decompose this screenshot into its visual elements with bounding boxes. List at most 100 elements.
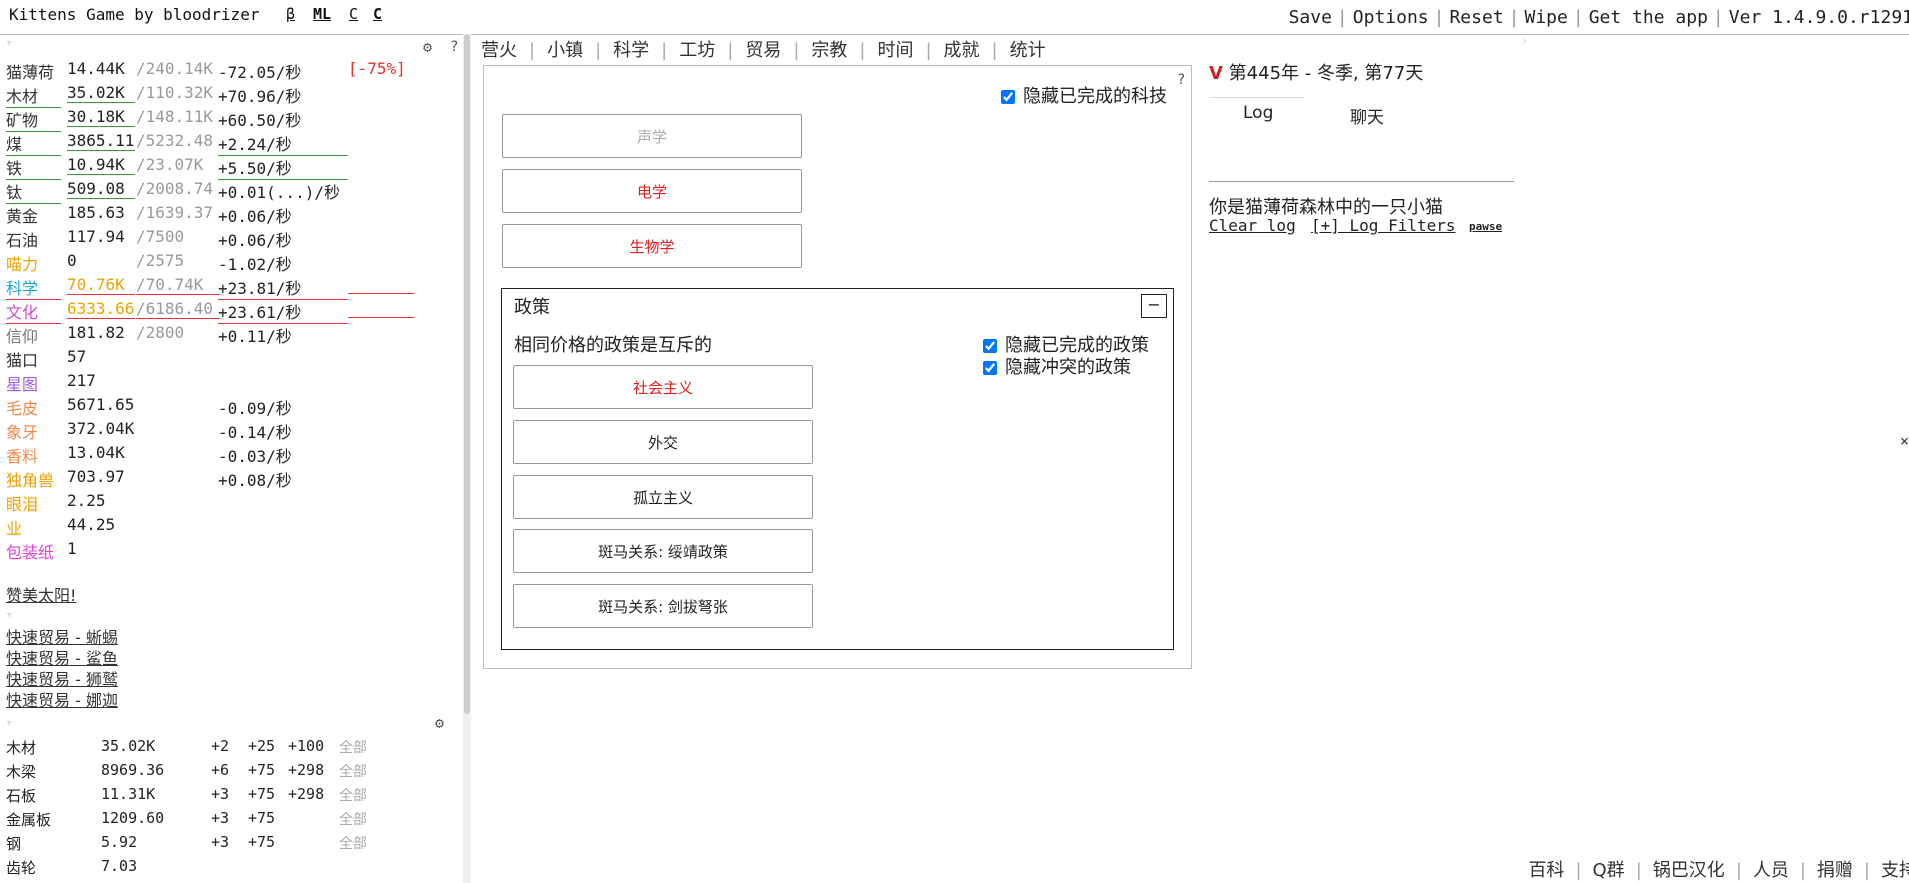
reset-button[interactable]: Reset	[1449, 7, 1503, 28]
footer-link-support[interactable]: 支持	[1881, 860, 1909, 881]
tech-button-biology[interactable]: 生物学	[502, 224, 802, 268]
expand-arrow-icon[interactable]: ›	[1520, 33, 1528, 49]
help-icon[interactable]: ?	[450, 39, 458, 55]
craft-add-button[interactable]: +3	[211, 833, 229, 851]
craft-gear-icon[interactable]: ⚙	[435, 714, 444, 732]
footer-link-donate[interactable]: 捐赠	[1817, 860, 1853, 881]
tab-8[interactable]: 统计	[1010, 36, 1046, 62]
close-icon[interactable]: ×	[1900, 432, 1909, 450]
resource-name: 眼泪	[6, 495, 39, 514]
log-panel: V 第445年 - 冬季, 第77天 Log 聊天 你是猫薄荷森林中的一只小猫 …	[1205, 55, 1525, 355]
tab-1[interactable]: 小镇	[547, 36, 583, 62]
craft-add-button[interactable]: +2	[211, 737, 229, 755]
resource-value: 3865.11	[67, 131, 135, 151]
craft-add-button[interactable]: +298	[288, 785, 324, 803]
resource-name: 文化	[6, 299, 61, 324]
scrollbar-thumb[interactable]	[464, 34, 470, 714]
craft-add-button[interactable]: +6	[211, 761, 229, 779]
resource-cap-warning	[348, 299, 414, 318]
get-app-link[interactable]: Get the app	[1589, 7, 1708, 28]
resource-rate: +0.08/秒	[218, 471, 292, 490]
craft-add-button[interactable]: +25	[248, 737, 275, 755]
resource-value: 14.44K	[67, 59, 125, 78]
tab-0[interactable]: 营火	[481, 36, 517, 62]
tab-4[interactable]: 贸易	[745, 36, 781, 62]
c-link-2[interactable]: C	[373, 5, 382, 23]
craft-add-button[interactable]: +100	[288, 737, 324, 755]
clear-log-link[interactable]: Clear log	[1209, 216, 1296, 235]
tab-2[interactable]: 科学	[613, 36, 649, 62]
footer-link-qq[interactable]: Q群	[1593, 860, 1625, 881]
save-button[interactable]: Save	[1289, 7, 1332, 28]
collapse-triangle-icon[interactable]: ▿	[6, 608, 13, 621]
v-mark-icon[interactable]: V	[1209, 63, 1223, 84]
tab-5[interactable]: 宗教	[811, 36, 847, 62]
collapse-triangle-icon[interactable]: ▿	[6, 36, 13, 49]
resource-name: 象牙	[6, 423, 39, 442]
tab-log[interactable]: Log	[1243, 103, 1273, 123]
log-filters-link[interactable]: [+] Log Filters	[1311, 216, 1456, 235]
resource-max: /6186.40	[136, 299, 220, 319]
craft-name: 石板	[6, 787, 37, 805]
collapse-button[interactable]: −	[1141, 294, 1167, 318]
resource-name: 铁	[6, 155, 61, 180]
craft-all-button[interactable]: 全部	[339, 809, 367, 829]
resource-rate: +2.24/秒	[218, 131, 348, 156]
craft-all-button[interactable]: 全部	[339, 833, 367, 853]
policy-button-diplomacy[interactable]: 外交	[513, 420, 813, 464]
resource-max: /148.11K	[136, 107, 214, 126]
craft-add-button[interactable]: +75	[248, 785, 275, 803]
version-label[interactable]: Ver 1.4.9.0.r1291	[1729, 7, 1909, 28]
policy-button-socialism[interactable]: 社会主义	[513, 365, 813, 409]
craft-add-button[interactable]: +298	[288, 761, 324, 779]
science-panel: ? 隐藏已完成的科技 声学 电学 生物学 政策 − 相同价格的政策是互斥的 隐藏…	[483, 65, 1192, 669]
hide-conflict-policy-checkbox[interactable]	[983, 361, 997, 375]
policy-button-zebra-appeasement[interactable]: 斑马关系: 绥靖政策	[513, 529, 813, 573]
ml-link[interactable]: ML	[313, 5, 331, 23]
wipe-button[interactable]: Wipe	[1525, 7, 1568, 28]
craft-all-button[interactable]: 全部	[339, 737, 367, 757]
hide-completed-tech-checkbox[interactable]	[1001, 90, 1015, 104]
tab-3[interactable]: 工坊	[679, 36, 715, 62]
collapse-triangle-icon[interactable]: ▿	[6, 716, 13, 729]
options-button[interactable]: Options	[1353, 7, 1429, 28]
calendar-date: V 第445年 - 冬季, 第77天	[1209, 63, 1424, 84]
hide-completed-policy-checkbox[interactable]	[983, 339, 997, 353]
quick-trade-link[interactable]: 快速贸易 - 娜迦	[6, 687, 118, 711]
hide-conflict-policy-toggle[interactable]: 隐藏冲突的政策	[983, 353, 1131, 379]
craft-all-button[interactable]: 全部	[339, 785, 367, 805]
c-link-1[interactable]: C	[349, 5, 358, 23]
craft-name: 钢	[6, 835, 22, 853]
beta-link[interactable]: β	[286, 5, 295, 23]
resource-name: 喵力	[6, 255, 39, 274]
tab-6[interactable]: 时间	[877, 36, 913, 62]
praise-sun-link[interactable]: 赞美太阳!	[6, 582, 76, 606]
footer-link-credits[interactable]: 人员	[1753, 860, 1789, 881]
tab-7[interactable]: 成就	[944, 36, 980, 62]
craft-add-button[interactable]: +3	[211, 809, 229, 827]
resource-rate: +60.50/秒	[218, 111, 302, 130]
craft-add-button[interactable]: +3	[211, 785, 229, 803]
tech-label: 电学	[636, 182, 667, 201]
policy-button-zebra-tension[interactable]: 斑马关系: 剑拔弩张	[513, 584, 813, 628]
hide-completed-tech-toggle[interactable]: 隐藏已完成的科技	[1001, 82, 1167, 108]
craft-add-button[interactable]: +75	[248, 761, 275, 779]
tab-separator: |	[925, 40, 932, 61]
craft-add-button[interactable]: +75	[248, 833, 275, 851]
footer-link-translation[interactable]: 锅巴汉化	[1653, 860, 1725, 881]
policy-button-isolationism[interactable]: 孤立主义	[513, 475, 813, 519]
resource-max: /2008.74	[136, 179, 214, 198]
tech-button-acoustics[interactable]: 声学	[502, 114, 802, 158]
divider	[1209, 181, 1514, 182]
craft-all-button[interactable]: 全部	[339, 761, 367, 781]
tab-chat[interactable]: 聊天	[1350, 103, 1384, 128]
help-icon[interactable]: ?	[1178, 72, 1185, 88]
gear-icon[interactable]: ⚙	[423, 38, 432, 56]
pause-link[interactable]: pawse	[1469, 220, 1502, 233]
resource-value: 0	[67, 251, 77, 270]
craft-value: 1209.60	[101, 809, 165, 827]
resource-rate: +0.06/秒	[218, 231, 292, 250]
tech-button-electricity[interactable]: 电学	[502, 169, 802, 213]
craft-add-button[interactable]: +75	[248, 809, 275, 827]
footer-link-wiki[interactable]: 百科	[1528, 860, 1564, 881]
